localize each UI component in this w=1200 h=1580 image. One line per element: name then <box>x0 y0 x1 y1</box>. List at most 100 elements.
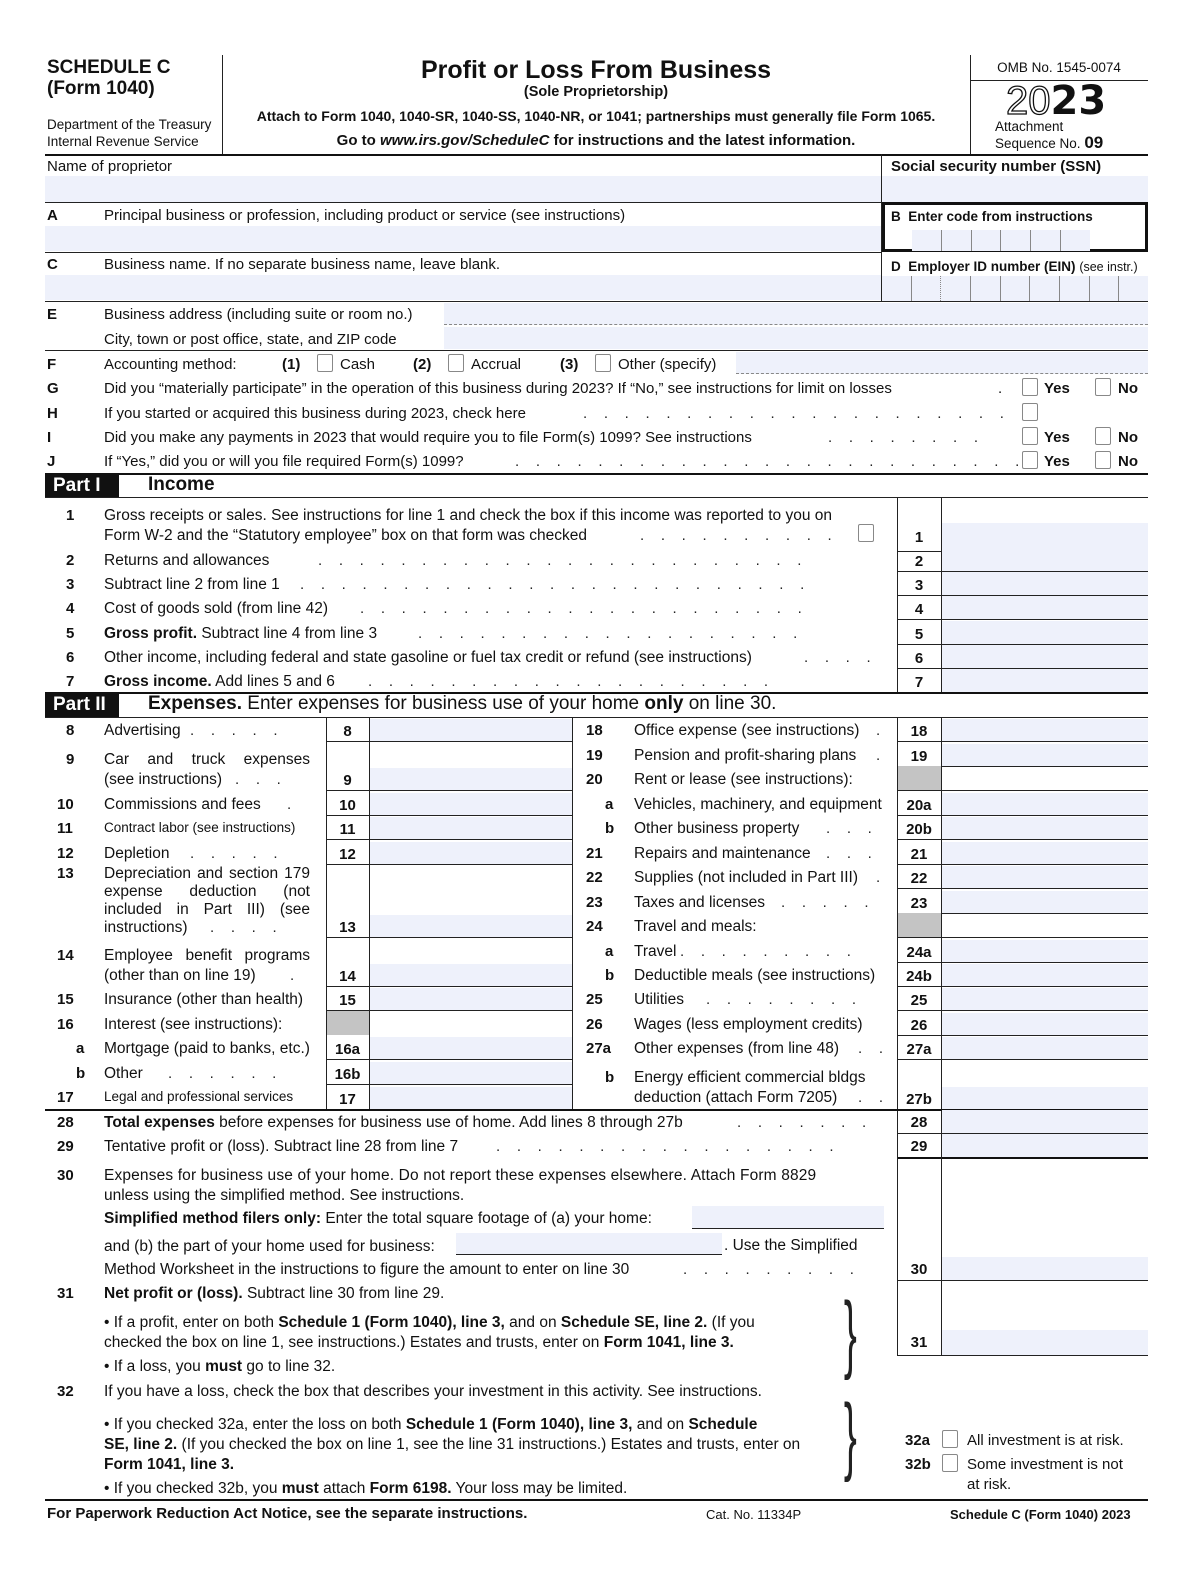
line-5-amount-input[interactable] <box>942 621 1148 644</box>
ein-input[interactable] <box>882 276 1148 301</box>
line-4-amount-input[interactable] <box>942 596 1148 619</box>
leader-dots: . . . . . . . . . . . . . . . . . . . . … <box>318 552 802 569</box>
line-14-amount-input[interactable] <box>370 964 572 986</box>
line-label: Office expense (see instructions) <box>634 722 860 739</box>
tax-year: 2023 <box>1005 78 1107 124</box>
leader-dots: . . . . . . . . . . . . . . . . . . . . <box>368 673 769 690</box>
business-address-input[interactable] <box>444 303 1148 325</box>
box-number: 15 <box>339 992 356 1009</box>
line-label: Supplies (not included in Part III) <box>634 869 859 886</box>
line-label: Mortgage (paid to banks, etc.) <box>104 1040 310 1057</box>
line-16a-amount-input[interactable] <box>370 1037 572 1059</box>
all-at-risk-checkbox[interactable] <box>942 1430 958 1448</box>
line-29-label: Tentative profit or (loss). Subtract lin… <box>104 1138 459 1155</box>
h-started-checkbox[interactable] <box>1022 403 1038 421</box>
attach-instructions: Attach to Form 1040, 1040-SR, 1040-SS, 1… <box>256 108 936 124</box>
line-27a-amount-input[interactable] <box>942 1037 1148 1059</box>
line-9-amount-input[interactable] <box>370 768 572 790</box>
line-20b-amount-input[interactable] <box>942 817 1148 839</box>
line-2-amount-input[interactable] <box>942 548 1148 571</box>
accrual-checkbox[interactable] <box>448 354 464 372</box>
g-no-checkbox[interactable] <box>1095 378 1111 396</box>
line-number: b <box>605 1069 615 1086</box>
accrual-label: Accrual <box>471 356 522 373</box>
line-label-cont: included in Part III) (see <box>104 901 310 918</box>
line-19-amount-input[interactable] <box>942 744 1148 766</box>
j-no-checkbox[interactable] <box>1095 451 1111 469</box>
line-22-amount-input[interactable] <box>942 866 1148 888</box>
box-number: 24a <box>906 944 932 961</box>
line-23-amount-input[interactable] <box>942 891 1148 913</box>
g-yes-checkbox[interactable] <box>1022 378 1038 396</box>
line-11-amount-input[interactable] <box>370 817 572 839</box>
line-18-amount-input[interactable] <box>942 719 1148 741</box>
line-13-amount-input[interactable] <box>370 915 572 937</box>
line-17-amount-input[interactable] <box>370 1087 572 1109</box>
box-number: 23 <box>910 895 928 912</box>
line-e-label-address: Business address (including suite or roo… <box>104 306 413 323</box>
line-6-amount-input[interactable] <box>942 645 1148 668</box>
line-7-amount-input[interactable] <box>942 669 1148 692</box>
home-square-footage-input[interactable] <box>692 1206 884 1229</box>
leader-dots: . . . . . . . . . . . . . . . . . . . <box>418 625 798 642</box>
line-3-amount-input[interactable] <box>942 572 1148 595</box>
line-number: 2 <box>66 552 75 569</box>
line-number: 6 <box>66 649 75 666</box>
form-label: (Form 1040) <box>47 78 155 99</box>
line-number: 23 <box>586 894 603 911</box>
i-no-checkbox[interactable] <box>1095 427 1111 445</box>
i-yes-checkbox[interactable] <box>1022 427 1038 445</box>
line-30-text-4: Method Worksheet in the instructions to … <box>104 1261 630 1278</box>
box-number: 17 <box>339 1091 356 1108</box>
line-number: 1 <box>66 507 75 524</box>
leader-dots: . <box>290 967 295 984</box>
line-number: a <box>605 943 614 960</box>
other-method-specify-input[interactable] <box>736 352 1148 374</box>
leader-dots: . . . . <box>804 649 871 666</box>
business-code-input[interactable] <box>912 230 1090 251</box>
line-21-amount-input[interactable] <box>942 842 1148 864</box>
line-label: Contract labor (see instructions) <box>104 820 296 835</box>
line-26-amount-input[interactable] <box>942 1013 1148 1035</box>
line-20a-amount-input[interactable] <box>942 793 1148 815</box>
business-square-footage-input[interactable] <box>456 1233 722 1255</box>
line-30-amount-input[interactable] <box>942 1257 1148 1280</box>
box-number: 6 <box>914 650 924 667</box>
g-no-label: No <box>1118 380 1138 397</box>
line-8-amount-input[interactable] <box>370 719 572 741</box>
cash-checkbox[interactable] <box>317 354 333 372</box>
irs-url-link[interactable]: www.irs.gov/ScheduleC <box>380 132 549 149</box>
leader-dots: . . . <box>826 845 872 862</box>
line-32-number: 32 <box>57 1383 74 1400</box>
proprietor-name-input[interactable] <box>45 176 881 202</box>
line-1-amount-input[interactable] <box>942 523 1148 551</box>
line-29-amount-input[interactable] <box>942 1134 1148 1157</box>
j-yes-checkbox[interactable] <box>1022 451 1038 469</box>
ssn-input[interactable] <box>882 176 1148 202</box>
line-16b-amount-input[interactable] <box>370 1062 572 1084</box>
line-31-amount-input[interactable] <box>942 1330 1148 1355</box>
line-25-amount-input[interactable] <box>942 988 1148 1010</box>
line-10-amount-input[interactable] <box>370 793 572 815</box>
line-27b-amount-input[interactable] <box>942 1087 1148 1109</box>
ssn-label: Social security number (SSN) <box>891 158 1102 175</box>
line-28-box-number: 28 <box>910 1114 928 1131</box>
line-24a-amount-input[interactable] <box>942 940 1148 962</box>
box-number: 3 <box>914 577 924 594</box>
other-method-checkbox[interactable] <box>595 354 611 372</box>
principal-business-input[interactable] <box>45 226 881 251</box>
line-15-amount-input[interactable] <box>370 988 572 1010</box>
part-1-tag: Part I <box>45 474 119 498</box>
shaded-box <box>898 766 941 790</box>
statutory-employee-checkbox[interactable] <box>858 524 874 542</box>
line-12-amount-input[interactable] <box>370 842 572 864</box>
line-24b-amount-input[interactable] <box>942 964 1148 986</box>
line-28-amount-input[interactable] <box>942 1110 1148 1133</box>
some-not-at-risk-checkbox[interactable] <box>942 1454 958 1472</box>
line-number: 22 <box>586 869 603 886</box>
line-label: Interest (see instructions): <box>104 1016 283 1033</box>
line-label-cont: Form W-2 and the “Statutory employee” bo… <box>104 527 588 544</box>
city-state-zip-input[interactable] <box>444 327 1148 349</box>
line-label: Vehicles, machinery, and equipment <box>634 796 882 813</box>
business-name-input[interactable] <box>45 275 881 300</box>
